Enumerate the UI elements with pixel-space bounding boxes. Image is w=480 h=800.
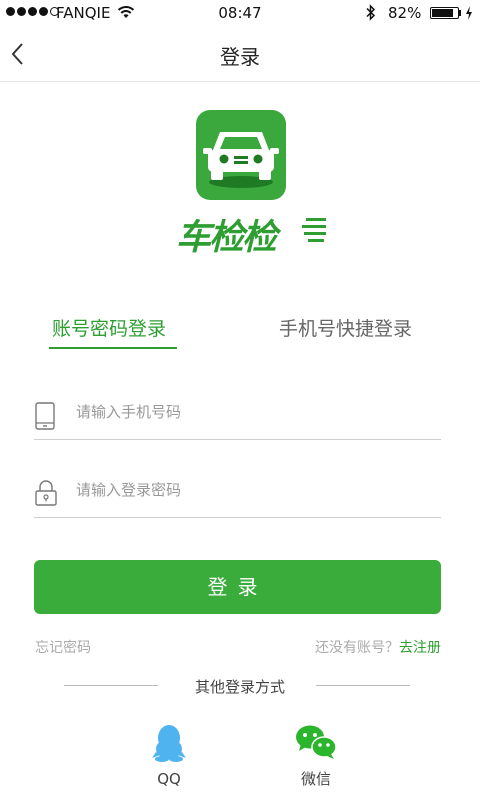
login-button[interactable]: 登录: [34, 560, 441, 614]
mobile-phone-icon: [35, 402, 55, 430]
qq-label: QQ: [157, 770, 181, 788]
register-link[interactable]: 去注册: [399, 640, 441, 656]
forgot-password-link[interactable]: 忘记密码: [35, 637, 91, 657]
wechat-icon: [296, 725, 337, 759]
battery-tip: [459, 10, 461, 16]
battery-percentage: 82%: [388, 4, 422, 22]
login-tabs: 账号密码登录 手机号快捷登录: [0, 300, 480, 356]
speed-lines-icon: [302, 218, 326, 242]
tab-account-password[interactable]: 账号密码登录: [52, 314, 166, 341]
register-prompt: 还没有账号？去注册: [315, 637, 441, 657]
app-logo: [196, 110, 286, 200]
nav-bar: 登录: [0, 26, 480, 82]
battery-icon: [430, 7, 459, 19]
brand-name: 车检检: [176, 218, 277, 258]
no-account-text: 还没有账号？: [315, 640, 399, 656]
car-icon: [203, 132, 279, 188]
status-bar: FANQIE 08:47 82%: [0, 0, 480, 26]
charging-bolt-icon: [466, 6, 472, 20]
divider-right: [316, 685, 410, 686]
lock-icon: [35, 480, 57, 506]
wechat-label: 微信: [300, 770, 331, 788]
tab-phone-quick[interactable]: 手机号快捷登录: [279, 314, 412, 341]
password-field: [34, 462, 441, 518]
phone-input[interactable]: [76, 398, 426, 426]
other-login-label: 其他登录方式: [194, 678, 285, 696]
wechat-login-button[interactable]: 微信: [276, 724, 356, 789]
qq-login-button[interactable]: QQ: [129, 724, 209, 788]
password-input[interactable]: [76, 476, 426, 504]
phone-field: [34, 384, 441, 440]
bluetooth-icon: [366, 4, 376, 21]
qq-icon: [152, 725, 186, 762]
page-title: 登录: [220, 45, 260, 69]
active-tab-indicator: [49, 347, 177, 349]
